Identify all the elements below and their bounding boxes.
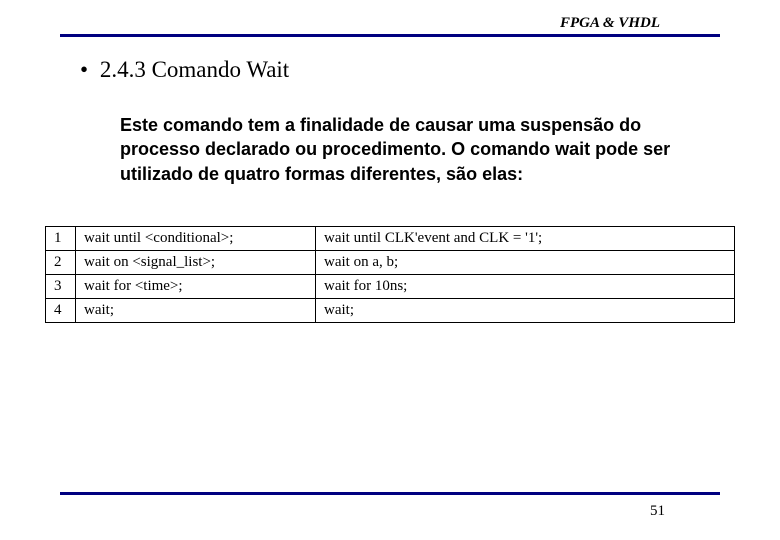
cell-example: wait on a, b; [316,250,735,274]
content: • 2.4.3 Comando Wait Este comando tem a … [0,37,780,186]
cell-num: 4 [46,298,76,322]
footer: 51 [60,492,720,520]
table-wrapper: 1 wait until <conditional>; wait until C… [0,226,780,323]
wait-forms-table: 1 wait until <conditional>; wait until C… [45,226,735,323]
footer-rule [60,492,720,495]
cell-num: 3 [46,274,76,298]
section-heading: • 2.4.3 Comando Wait [80,57,720,83]
table-row: 4 wait; wait; [46,298,735,322]
cell-example: wait; [316,298,735,322]
table-row: 1 wait until <conditional>; wait until C… [46,226,735,250]
page-number: 51 [60,503,720,520]
table-row: 3 wait for <time>; wait for 10ns; [46,274,735,298]
cell-syntax: wait on <signal_list>; [76,250,316,274]
cell-syntax: wait for <time>; [76,274,316,298]
bullet-icon: • [80,57,88,83]
cell-example: wait until CLK'event and CLK = '1'; [316,226,735,250]
cell-example: wait for 10ns; [316,274,735,298]
intro-paragraph: Este comando tem a finalidade de causar … [120,113,680,186]
cell-num: 2 [46,250,76,274]
header: FPGA & VHDL [0,0,780,37]
table-row: 2 wait on <signal_list>; wait on a, b; [46,250,735,274]
cell-num: 1 [46,226,76,250]
cell-syntax: wait; [76,298,316,322]
cell-syntax: wait until <conditional>; [76,226,316,250]
header-title: FPGA & VHDL [60,15,720,32]
heading-text: 2.4.3 Comando Wait [100,57,289,82]
